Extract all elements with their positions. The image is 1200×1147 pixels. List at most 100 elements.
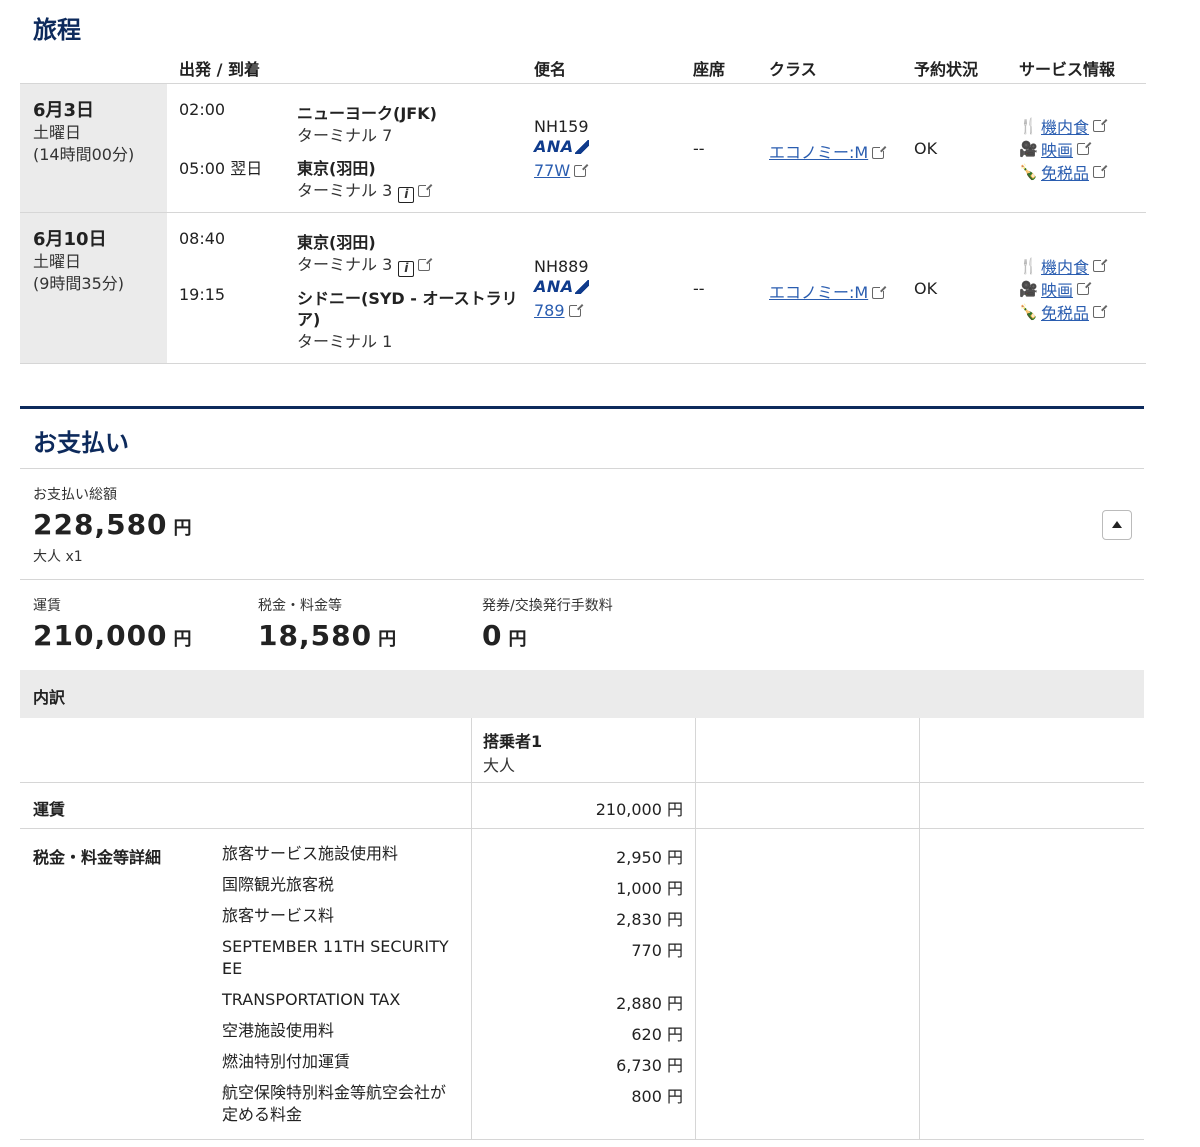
- tax-item-label: 航空保険特別料金等航空会社が: [222, 1083, 447, 1102]
- itinerary-header: 出発 / 到着 便名 座席 クラス 予約状況 サービス情報: [20, 48, 1146, 84]
- tax-item-label-cont: EE: [222, 959, 243, 978]
- tax-item-amount: 2,830 円: [616, 910, 683, 929]
- external-link-icon[interactable]: [1077, 140, 1092, 155]
- movie-link[interactable]: 映画: [1041, 137, 1073, 161]
- external-link-icon[interactable]: [574, 163, 589, 177]
- tax-amount: 18,580 円: [258, 619, 397, 652]
- movie-icon: 🎥: [1019, 279, 1038, 298]
- aircraft-link-wrap[interactable]: 77W: [534, 161, 589, 180]
- external-link-icon[interactable]: [1077, 280, 1092, 295]
- total-amount: 228,580 円: [33, 508, 192, 541]
- header-status: 予約状況: [914, 60, 979, 79]
- ana-slash-icon: [574, 140, 589, 154]
- info-icon[interactable]: i: [398, 261, 415, 277]
- external-link-icon[interactable]: [1093, 117, 1108, 132]
- aircraft-link[interactable]: 789: [534, 301, 565, 320]
- arrival-time: 05:00 翌日: [179, 159, 263, 178]
- info-icon[interactable]: i: [398, 187, 415, 203]
- segment-duration: (14時間00分): [33, 145, 135, 164]
- class-link-wrap[interactable]: エコノミー:M: [769, 139, 887, 163]
- departure-time: 02:00: [179, 100, 226, 119]
- departure-terminal: ターミナル 7: [297, 126, 393, 145]
- breakdown-fare-label: 運賃: [33, 800, 66, 819]
- seat-value: --: [693, 139, 705, 158]
- total-label: お支払い総額: [33, 487, 117, 503]
- segment-row: 6月3日 土曜日 (14時間00分) 02:00 ニューヨーク(JFK) ターミ…: [20, 84, 1146, 213]
- duty-free-link[interactable]: 免税品: [1041, 160, 1089, 184]
- meal-link[interactable]: 機内食: [1041, 254, 1089, 278]
- header-seat: 座席: [693, 60, 726, 79]
- departure-city: 東京(羽田): [297, 233, 376, 252]
- status-value: OK: [914, 139, 938, 158]
- meal-icon: 🍴: [1019, 256, 1038, 275]
- external-link-icon[interactable]: [418, 183, 433, 197]
- tax-item-amount: 6,730 円: [616, 1056, 683, 1075]
- external-link-icon[interactable]: [1093, 303, 1108, 318]
- service-list: 🍴 機内食 🎥 映画 🍾 免税品: [1019, 254, 1108, 324]
- ana-slash-icon: [574, 280, 589, 294]
- divider: [20, 579, 1144, 580]
- meal-icon: 🍴: [1019, 116, 1038, 135]
- class-link-wrap[interactable]: エコノミー:M: [769, 279, 887, 303]
- airline-logo: ANA: [534, 277, 589, 296]
- departure-time: 08:40: [179, 229, 226, 248]
- arrival-time: 19:15: [179, 285, 226, 304]
- fee-label: 発券/交換発行手数料: [482, 598, 613, 614]
- segment-duration: (9時間35分): [33, 274, 125, 293]
- fee-amount: 0円: [482, 619, 527, 652]
- external-link-icon[interactable]: [1093, 163, 1108, 178]
- arrival-terminal: ターミナル 3: [297, 181, 393, 200]
- breakdown-title: 内訳: [33, 688, 66, 707]
- segment-date-cell: 6月3日 土曜日 (14時間00分): [20, 84, 167, 212]
- divider: [20, 782, 1144, 783]
- header-class: クラス: [769, 60, 817, 79]
- tax-item-label: 旅客サービス施設使用料: [222, 844, 399, 863]
- tax-item-label: TRANSPORTATION TAX: [222, 990, 401, 1009]
- passenger-count: 大人 x1: [33, 549, 83, 565]
- divider: [20, 828, 1144, 829]
- itinerary-title: 旅程: [33, 16, 81, 44]
- passenger-type: 大人: [483, 756, 516, 775]
- segment-date: 6月3日: [33, 100, 95, 121]
- duty-free-icon: 🍾: [1019, 302, 1038, 321]
- collapse-toggle-button[interactable]: [1102, 510, 1132, 540]
- tax-item-amount: 2,880 円: [616, 994, 683, 1013]
- segment-row: 6月10日 土曜日 (9時間35分) 08:40 東京(羽田) ターミナル 3 i…: [20, 213, 1146, 364]
- segment-weekday: 土曜日: [33, 252, 82, 271]
- tax-item-label-cont: 定める料金: [222, 1105, 303, 1124]
- passenger-label: 搭乗者1: [483, 732, 543, 751]
- class-link[interactable]: エコノミー:M: [769, 143, 868, 162]
- fare-amount: 210,000 円: [33, 619, 192, 652]
- duty-free-link[interactable]: 免税品: [1041, 300, 1089, 324]
- tax-item-amount: 1,000 円: [616, 879, 683, 898]
- external-link-icon[interactable]: [568, 303, 583, 317]
- movie-link[interactable]: 映画: [1041, 277, 1073, 301]
- tax-item-label: 燃油特別付加運賃: [222, 1052, 351, 1071]
- flight-number: NH159: [534, 117, 589, 136]
- header-service: サービス情報: [1019, 60, 1116, 79]
- movie-icon: 🎥: [1019, 139, 1038, 158]
- section-divider: [20, 406, 1144, 409]
- tax-item-amount: 770 円: [631, 941, 683, 960]
- divider: [20, 1139, 1144, 1140]
- aircraft-link[interactable]: 77W: [534, 161, 570, 180]
- external-link-icon[interactable]: [1093, 257, 1108, 272]
- header-flight: 便名: [534, 60, 567, 79]
- arrival-terminal-wrap: ターミナル 3 i: [297, 177, 433, 203]
- tax-item-label: 空港施設使用料: [222, 1021, 335, 1040]
- arrival-terminal: ターミナル 1: [297, 332, 393, 351]
- external-link-icon[interactable]: [872, 145, 887, 159]
- service-list: 🍴 機内食 🎥 映画 🍾 免税品: [1019, 114, 1108, 184]
- tax-item-amount: 620 円: [631, 1025, 683, 1044]
- external-link-icon[interactable]: [418, 257, 433, 271]
- meal-link[interactable]: 機内食: [1041, 114, 1089, 138]
- breakdown-header: 内訳: [20, 670, 1144, 718]
- class-link[interactable]: エコノミー:M: [769, 283, 868, 302]
- tax-item-label: 旅客サービス料: [222, 906, 335, 925]
- segment-weekday: 土曜日: [33, 123, 82, 142]
- aircraft-link-wrap[interactable]: 789: [534, 301, 583, 320]
- payment-title: お支払い: [33, 429, 129, 457]
- tax-item-amount: 800 円: [631, 1087, 683, 1106]
- segment-date-cell: 6月10日 土曜日 (9時間35分): [20, 213, 167, 363]
- external-link-icon[interactable]: [872, 285, 887, 299]
